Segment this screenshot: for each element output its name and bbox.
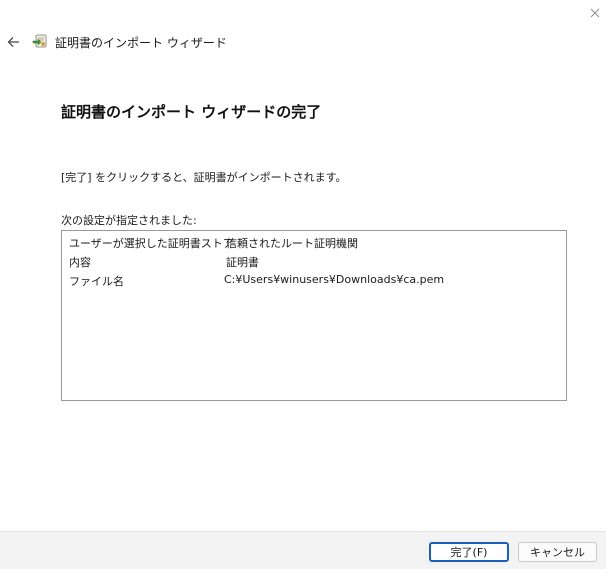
settings-row-filename: ファイル名 C:¥Users¥winusers¥Downloads¥ca.pem: [69, 273, 559, 291]
footer-bar: 完了(F) キャンセル: [0, 531, 606, 569]
settings-row-store: ユーザーが選択した証明書ストア 信頼されたルート証明機関: [69, 235, 559, 253]
certificate-import-icon: [32, 34, 47, 48]
finish-button[interactable]: 完了(F): [429, 542, 509, 562]
settings-value: 証明書: [226, 256, 259, 269]
settings-summary-list[interactable]: ユーザーが選択した証明書ストア 信頼されたルート証明機関 内容 証明書 ファイル…: [61, 230, 567, 401]
page-title: 証明書のインポート ウィザードの完了: [61, 103, 322, 121]
close-icon: [590, 8, 600, 18]
back-arrow-icon: [7, 37, 19, 47]
instruction-text: [完了] をクリックすると、証明書がインポートされます。: [61, 171, 347, 184]
settings-label: 次の設定が指定されました:: [61, 214, 197, 227]
settings-key: 内容: [69, 256, 91, 269]
settings-row-content: 内容 証明書: [69, 254, 559, 272]
certificate-import-wizard-window: 証明書のインポート ウィザード 証明書のインポート ウィザードの完了 [完了] …: [0, 0, 606, 569]
cancel-button[interactable]: キャンセル: [518, 542, 597, 562]
back-button[interactable]: [2, 31, 24, 53]
settings-key: ユーザーが選択した証明書ストア: [69, 237, 234, 250]
wizard-header-title: 証明書のインポート ウィザード: [55, 36, 227, 50]
settings-key: ファイル名: [69, 275, 124, 288]
close-button[interactable]: [584, 2, 606, 24]
settings-value: C:¥Users¥winusers¥Downloads¥ca.pem: [224, 273, 445, 286]
settings-value: 信頼されたルート証明機関: [226, 237, 358, 250]
